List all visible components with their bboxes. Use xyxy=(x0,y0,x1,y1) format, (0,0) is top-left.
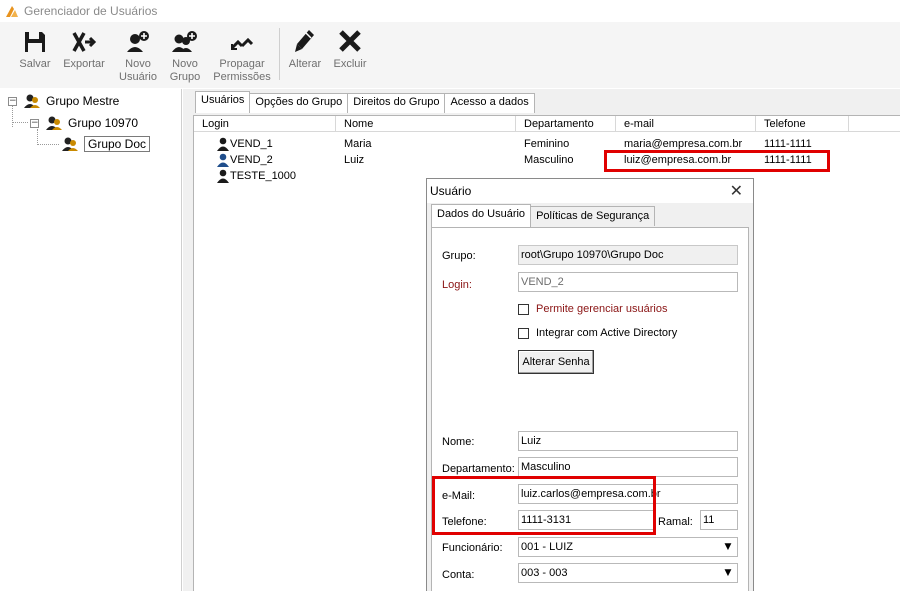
dropdown-arrow-icon[interactable]: ▼ xyxy=(720,539,736,555)
dialog-title: Usuário xyxy=(430,184,472,198)
cell-departamento: Masculino xyxy=(524,154,574,166)
login-field: VEND_2 xyxy=(518,272,738,292)
new-user-button[interactable]: Novo Usuário xyxy=(116,22,160,86)
new-user-icon xyxy=(127,31,149,52)
conta-selected-value: 003 - 003 xyxy=(521,567,568,579)
tree-collapse-toggle[interactable]: − xyxy=(30,118,39,128)
ramal-label: Ramal: xyxy=(658,516,693,528)
highlight-box-dialog-contact xyxy=(432,476,656,535)
group-icon xyxy=(24,94,40,108)
checkbox-label: Permite gerenciar usuários xyxy=(536,303,668,315)
column-header-nome[interactable]: Nome xyxy=(336,116,516,132)
propagate-label: Propagar Permissões xyxy=(213,58,271,83)
tab-direitos-do-grupo[interactable]: Direitos do Grupo xyxy=(347,93,446,113)
grupo-label: Grupo: xyxy=(442,250,476,262)
manage-users-checkbox[interactable]: Permite gerenciar usuários xyxy=(518,303,667,315)
delete-x-icon xyxy=(339,30,361,52)
window-title: Gerenciador de Usuários xyxy=(24,4,158,18)
departamento-label: Departamento: xyxy=(442,463,515,475)
checkbox-box[interactable] xyxy=(518,327,529,339)
tree-connector xyxy=(13,122,28,123)
cell-departamento: Feminino xyxy=(524,138,570,150)
propagate-permissions-button[interactable]: Propagar Permissões xyxy=(209,22,275,86)
close-icon[interactable]: ✕ xyxy=(730,181,743,200)
tree-node-grupo-mestre[interactable]: − Grupo Mestre xyxy=(8,91,119,111)
toolbar-separator xyxy=(279,28,280,80)
save-button[interactable]: Salvar xyxy=(16,22,54,86)
dropdown-arrow-icon[interactable]: ▼ xyxy=(720,565,736,581)
change-password-button[interactable]: Alterar Senha xyxy=(518,350,594,374)
save-icon xyxy=(25,32,45,52)
nome-field[interactable]: Luiz xyxy=(518,431,738,451)
tab-opcoes-do-grupo[interactable]: Opções do Grupo xyxy=(249,93,349,113)
tab-usuarios[interactable]: Usuários xyxy=(195,91,251,113)
login-label: Login: xyxy=(442,279,472,291)
conta-select[interactable]: 003 - 003 ▼ xyxy=(518,563,738,583)
tab-strip: Usuários Opções do Grupo Direitos do Gru… xyxy=(195,91,535,113)
title-bar: Gerenciador de Usuários xyxy=(0,0,900,22)
tree-node-label: Grupo 10970 xyxy=(68,116,139,130)
column-header-login[interactable]: Login xyxy=(194,116,336,132)
highlight-box-list-contact xyxy=(604,150,830,172)
dialog-body: Grupo: root\Grupo 10970\Grupo Doc Login:… xyxy=(431,227,749,591)
export-button[interactable]: Exportar xyxy=(58,22,110,86)
ramal-field[interactable]: 11 xyxy=(700,510,738,530)
propagate-icon xyxy=(230,37,254,50)
funcionario-selected-value: 001 - LUIZ xyxy=(521,541,573,553)
edit-button[interactable]: Alterar xyxy=(284,22,326,86)
funcionario-label: Funcionário: xyxy=(442,542,503,554)
column-header-departamento[interactable]: Departamento xyxy=(516,116,616,132)
checkbox-label: Integrar com Active Directory xyxy=(536,327,678,339)
edit-pencil-icon xyxy=(295,30,314,52)
cell-login: VEND_1 xyxy=(230,138,273,150)
funcionario-select[interactable]: 001 - LUIZ ▼ xyxy=(518,537,738,557)
cell-login: VEND_2 xyxy=(230,154,273,166)
export-icon xyxy=(72,32,97,52)
export-label: Exportar xyxy=(63,58,105,70)
active-directory-checkbox[interactable]: Integrar com Active Directory xyxy=(518,327,677,339)
edit-label: Alterar xyxy=(288,58,322,70)
tree-node-grupo-10970[interactable]: − Grupo 10970 xyxy=(30,113,138,133)
tab-politicas-de-seguranca[interactable]: Políticas de Segurança xyxy=(530,206,656,226)
new-group-icon xyxy=(172,31,197,52)
dialog-tab-strip: Dados do Usuário Políticas de Segurança xyxy=(431,204,656,228)
toolbar: Salvar Exportar Novo Usuário Novo Grupo … xyxy=(0,22,900,88)
new-user-label: Novo Usuário xyxy=(119,58,157,83)
departamento-field[interactable]: Masculino xyxy=(518,457,738,477)
column-header-email[interactable]: e-mail xyxy=(616,116,756,132)
group-tree[interactable]: − Grupo Mestre − Grupo 10970 Grupo Doc xyxy=(0,89,182,591)
grupo-field: root\Grupo 10970\Grupo Doc xyxy=(518,245,738,265)
new-group-button[interactable]: Novo Grupo xyxy=(165,22,205,86)
tree-node-label: Grupo Mestre xyxy=(46,94,120,108)
tab-acesso-a-dados[interactable]: Acesso a dados xyxy=(444,93,535,113)
cell-nome: Luiz xyxy=(344,154,365,166)
tree-node-grupo-doc[interactable]: Grupo Doc xyxy=(61,134,151,154)
checkbox-box[interactable] xyxy=(518,303,529,315)
tree-node-label-selected: Grupo Doc xyxy=(84,136,151,152)
new-group-label: Novo Grupo xyxy=(169,58,201,83)
tree-connector xyxy=(37,144,59,145)
column-header-telefone[interactable]: Telefone xyxy=(756,116,849,132)
group-icon xyxy=(46,116,62,130)
list-header: Login Nome Departamento e-mail Telefone xyxy=(194,116,900,132)
cell-login: TESTE_1000 xyxy=(230,170,297,182)
cell-nome: Maria xyxy=(344,138,372,150)
conta-label: Conta: xyxy=(442,569,475,581)
delete-button[interactable]: Excluir xyxy=(330,22,370,86)
save-label: Salvar xyxy=(19,58,51,70)
tab-dados-do-usuario[interactable]: Dados do Usuário xyxy=(431,204,532,227)
tree-collapse-toggle[interactable]: − xyxy=(8,96,17,106)
app-logo-icon xyxy=(6,6,18,17)
group-icon xyxy=(62,137,78,151)
nome-label: Nome: xyxy=(442,436,475,448)
delete-label: Excluir xyxy=(333,58,367,70)
dialog-title-bar: Usuário ✕ xyxy=(427,179,753,203)
